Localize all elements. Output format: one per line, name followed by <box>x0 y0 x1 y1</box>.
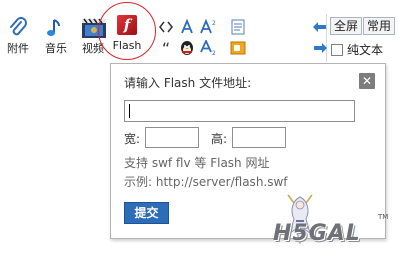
quote-icon[interactable]: “ <box>157 40 175 58</box>
text-caret <box>129 104 130 118</box>
height-input[interactable] <box>232 127 286 148</box>
width-input[interactable] <box>145 127 199 148</box>
paperclip-icon <box>6 16 30 40</box>
plaintext-checkbox[interactable] <box>331 44 343 56</box>
music-label: 音乐 <box>45 42 67 55</box>
watermark-tm: TM <box>378 213 389 221</box>
watermark-logo-text: H5GAL <box>273 221 361 246</box>
music-button[interactable]: 音乐 <box>40 14 72 60</box>
height-label: 高: <box>211 132 228 146</box>
flash-dialog: 请输入 Flash 文件地址: ✕ 宽: 高: 支持 swf flv 等 Fla… <box>110 63 386 239</box>
submit-button[interactable]: 提交 <box>124 202 169 224</box>
fullscreen-button[interactable]: 全屏 <box>330 17 363 35</box>
source-view-icon[interactable] <box>229 19 247 37</box>
support-hint: 支持 swf flv 等 Flash 网址 <box>124 156 270 170</box>
flash-label: Flash <box>112 39 142 52</box>
common-label: 常用 <box>367 19 392 33</box>
svg-text:2: 2 <box>212 20 216 27</box>
quote-glyph: “ <box>161 39 171 58</box>
example-hint: 示例: http://server/flash.swf <box>124 175 288 189</box>
insert-box-icon[interactable] <box>229 40 247 58</box>
fullscreen-label: 全屏 <box>334 19 359 33</box>
font-color-icon[interactable] <box>178 18 196 37</box>
code-icon[interactable] <box>157 19 175 37</box>
emoticon-icon[interactable] <box>178 40 196 58</box>
common-button[interactable]: 常用 <box>363 17 396 35</box>
undo-icon[interactable] <box>311 19 329 37</box>
flash-icon: f <box>117 15 137 35</box>
editor-toolbar: 附件 音乐 视频 f Flash 2 “ 2 全屏 常用 纯文本 <box>0 0 398 66</box>
width-label: 宽: <box>124 132 141 146</box>
close-icon: ✕ <box>361 74 373 88</box>
close-button[interactable]: ✕ <box>359 73 375 89</box>
superscript-icon[interactable]: 2 <box>199 18 217 37</box>
attachment-button[interactable]: 附件 <box>2 14 34 60</box>
flash-button[interactable]: f Flash <box>111 14 143 60</box>
flash-url-input[interactable] <box>124 100 355 122</box>
subscript-icon[interactable]: 2 <box>199 38 217 58</box>
attachment-label: 附件 <box>7 42 29 55</box>
flash-icon-glyph: f <box>123 16 131 34</box>
plaintext-label: 纯文本 <box>347 43 384 57</box>
svg-text:2: 2 <box>212 50 216 56</box>
redo-icon[interactable] <box>311 40 329 58</box>
flash-dialog-title: 请输入 Flash 文件地址: <box>124 76 252 90</box>
music-note-icon <box>44 16 68 40</box>
